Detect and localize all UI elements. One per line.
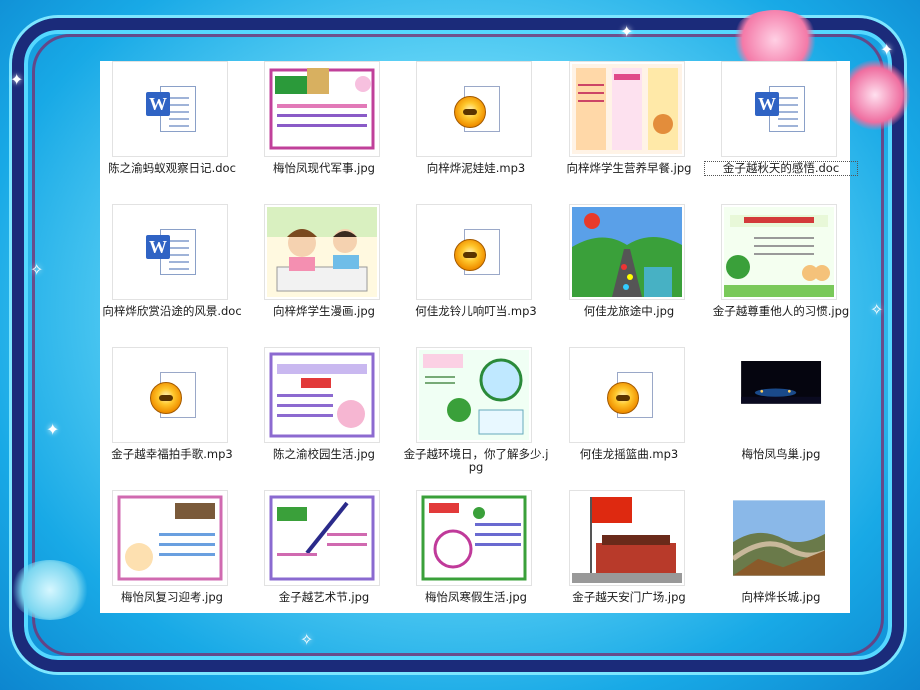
file-name-label: 向梓烨学生漫画.jpg <box>273 304 375 318</box>
image-thumbnail <box>569 61 685 157</box>
flower-decoration-icon <box>10 560 90 620</box>
file-name-label: 何佳龙旅途中.jpg <box>583 304 675 318</box>
file-item[interactable]: W 陈之渝蚂蚁观察日记.doc <box>100 61 252 201</box>
file-name-label: 梅怡凤鸟巢.jpg <box>741 447 821 461</box>
audio-file-icon <box>112 347 228 443</box>
file-item[interactable]: 陈之渝校园生活.jpg <box>252 347 404 487</box>
image-thumbnail <box>416 490 532 586</box>
file-name-label: 向梓烨泥娃娃.mp3 <box>426 161 526 175</box>
sparkle-icon: ✦ <box>46 420 60 439</box>
file-name-label: 陈之渝蚂蚁观察日记.doc <box>108 161 236 175</box>
file-name-label: 向梓烨学生营养早餐.jpg <box>566 161 692 175</box>
audio-file-icon <box>416 204 532 300</box>
file-name-label: 金子越秋天的感悟.doc <box>704 161 858 176</box>
file-item[interactable]: 向梓烨学生营养早餐.jpg <box>557 61 709 201</box>
image-thumbnail <box>569 204 685 300</box>
file-item[interactable]: 金子越幸福拍手歌.mp3 <box>100 347 252 487</box>
file-grid: W 陈之渝蚂蚁观察日记.doc 梅怡凤现代军事.jpg 向梓烨泥娃娃.mp3 向梓烨学生… <box>100 61 858 613</box>
file-item[interactable]: 何佳龙旅途中.jpg <box>557 204 709 344</box>
file-name-label: 金子越艺术节.jpg <box>278 590 370 604</box>
file-item[interactable]: 梅怡凤寒假生活.jpg <box>404 490 556 630</box>
file-item[interactable]: W 金子越秋天的感悟.doc <box>704 61 861 201</box>
file-name-label: 梅怡凤复习迎考.jpg <box>121 590 223 604</box>
word-document-icon: W <box>112 204 228 300</box>
file-item[interactable]: 金子越艺术节.jpg <box>252 490 404 630</box>
file-item[interactable]: 金子越尊重他人的习惯.jpg <box>709 204 861 344</box>
image-thumbnail <box>264 490 380 586</box>
file-item[interactable]: 梅怡凤现代军事.jpg <box>252 61 404 201</box>
file-item[interactable]: 向梓烨泥娃娃.mp3 <box>404 61 556 201</box>
image-thumbnail <box>416 347 532 443</box>
file-name-label: 何佳龙铃儿响叮当.mp3 <box>415 304 537 318</box>
sparkle-icon: ✧ <box>300 630 314 649</box>
file-name-label: 何佳龙摇篮曲.mp3 <box>579 447 679 461</box>
image-thumbnail <box>264 204 380 300</box>
file-item[interactable]: 金子越天安门广场.jpg <box>557 490 709 630</box>
file-name-label: 向梓烨欣赏沿途的风景.doc <box>102 304 242 318</box>
file-item[interactable]: 何佳龙铃儿响叮当.mp3 <box>404 204 556 344</box>
sparkle-icon: ✦ <box>620 22 634 41</box>
audio-file-icon <box>416 61 532 157</box>
file-browser-panel: W 陈之渝蚂蚁观察日记.doc 梅怡凤现代军事.jpg 向梓烨泥娃娃.mp3 向梓烨学生… <box>100 61 858 613</box>
file-item[interactable]: 向梓烨长城.jpg <box>709 490 861 630</box>
image-thumbnail <box>264 347 380 443</box>
image-thumbnail <box>721 490 837 586</box>
sparkle-icon: ✧ <box>30 260 44 279</box>
file-item[interactable]: 金子越环境日，你了解多少.jpg <box>404 347 556 487</box>
file-item[interactable]: W 向梓烨欣赏沿途的风景.doc <box>100 204 252 344</box>
file-name-label: 梅怡凤现代军事.jpg <box>273 161 375 175</box>
image-thumbnail <box>264 61 380 157</box>
file-name-label: 向梓烨长城.jpg <box>741 590 821 604</box>
image-thumbnail <box>112 490 228 586</box>
sparkle-icon: ✦ <box>880 40 894 59</box>
image-thumbnail <box>569 490 685 586</box>
file-item[interactable]: 梅怡凤鸟巢.jpg <box>709 347 861 487</box>
file-item[interactable]: 梅怡凤复习迎考.jpg <box>100 490 252 630</box>
sparkle-icon: ✦ <box>10 70 24 89</box>
file-name-label: 金子越尊重他人的习惯.jpg <box>712 304 850 318</box>
audio-file-icon <box>569 347 685 443</box>
file-item[interactable]: 向梓烨学生漫画.jpg <box>252 204 404 344</box>
image-thumbnail <box>721 204 837 300</box>
file-name-label: 梅怡凤寒假生活.jpg <box>425 590 527 604</box>
file-name-label: 金子越天安门广场.jpg <box>572 590 686 604</box>
file-name-label: 金子越环境日，你了解多少.jpg <box>403 447 549 474</box>
sparkle-icon: ✧ <box>870 300 884 319</box>
image-thumbnail <box>721 347 837 443</box>
word-document-icon: W <box>721 61 837 157</box>
file-name-label: 陈之渝校园生活.jpg <box>273 447 375 461</box>
file-item[interactable]: 何佳龙摇篮曲.mp3 <box>557 347 709 487</box>
word-document-icon: W <box>112 61 228 157</box>
file-name-label: 金子越幸福拍手歌.mp3 <box>111 447 233 461</box>
